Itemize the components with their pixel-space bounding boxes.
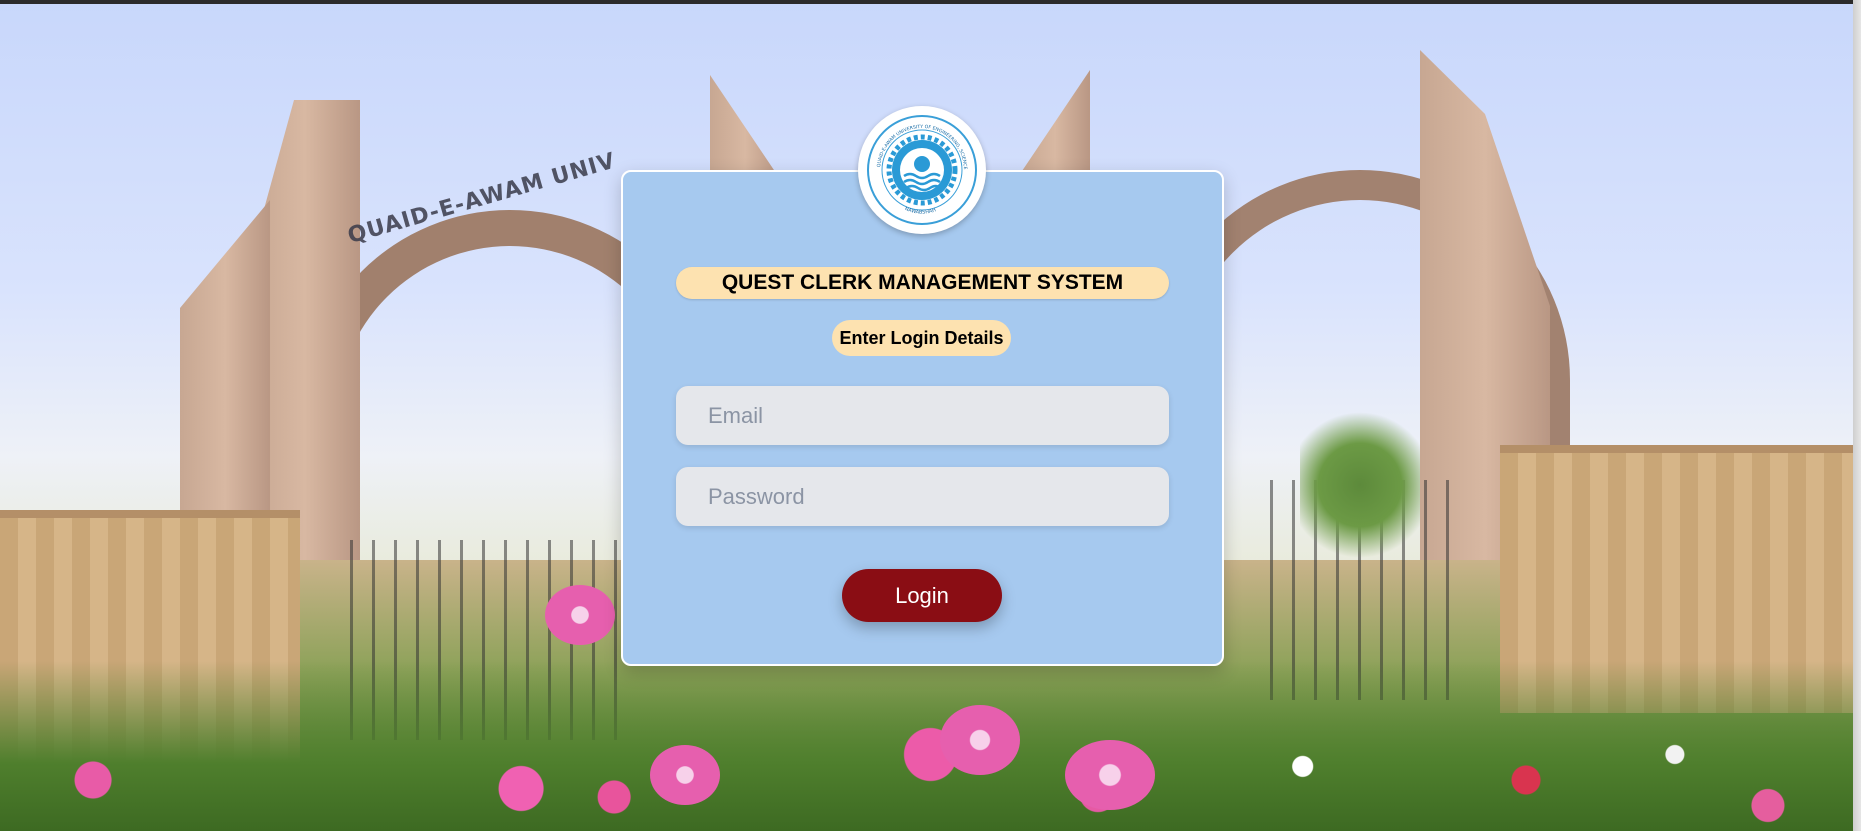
university-logo: QUAID-E-AWAM UNIVERSITY OF ENGINEERING, … — [858, 106, 986, 234]
login-page: QUAID-E-AWAM UNIV QUAID-E-AWAM UNIVERSIT… — [0, 0, 1861, 831]
app-title: QUEST CLERK MANAGEMENT SYSTEM — [676, 267, 1169, 299]
window-right-border — [1853, 0, 1861, 831]
flower — [1065, 740, 1155, 810]
password-field[interactable] — [676, 467, 1169, 526]
university-seal-icon: QUAID-E-AWAM UNIVERSITY OF ENGINEERING, … — [866, 114, 977, 225]
flower-bed — [0, 661, 1861, 831]
flower — [650, 745, 720, 805]
login-button[interactable]: Login — [842, 569, 1002, 622]
tree — [1300, 400, 1420, 570]
flower — [545, 585, 615, 645]
email-field[interactable] — [676, 386, 1169, 445]
flower — [940, 705, 1020, 775]
window-top-border — [0, 0, 1861, 4]
login-subtitle: Enter Login Details — [832, 320, 1011, 356]
